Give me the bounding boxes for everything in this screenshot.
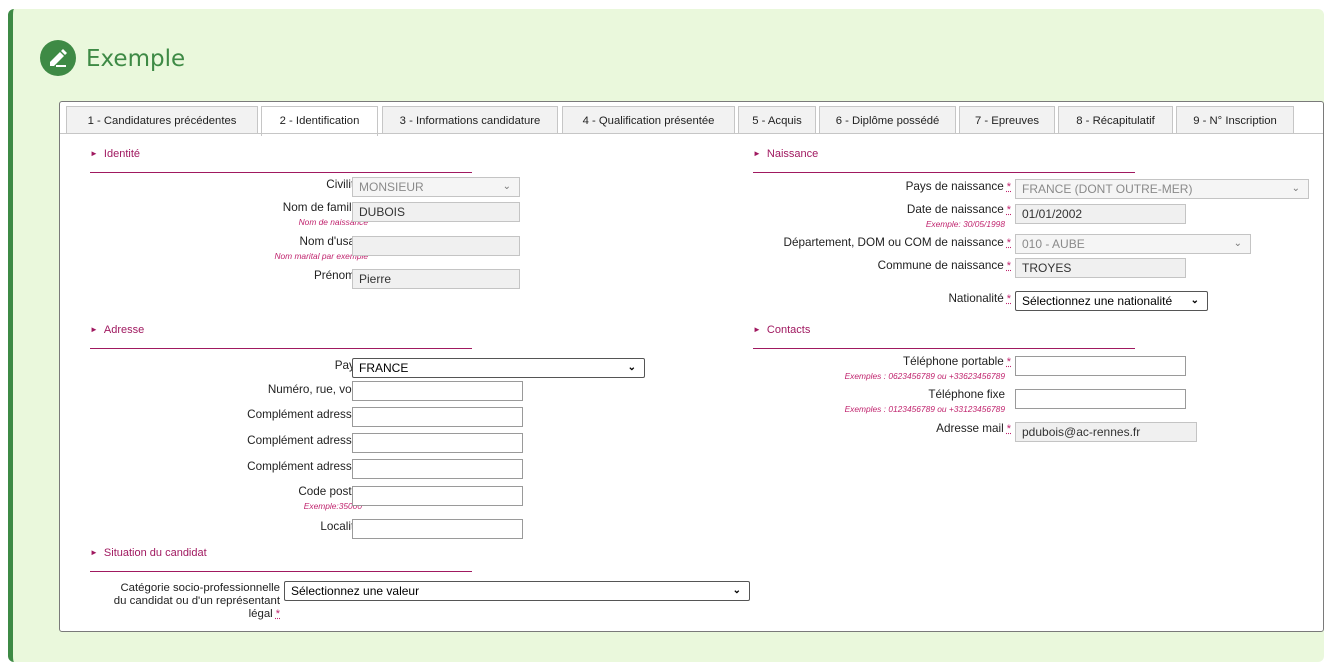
section-arrow-icon: ► — [90, 548, 98, 557]
section-contacts: ► Contacts — [753, 324, 810, 336]
callout-title: Exemple — [86, 46, 186, 72]
complement-3-label: Complément adresse 3 — [247, 460, 368, 473]
tab-qualification-presentee[interactable]: 4 - Qualification présentée — [562, 106, 735, 134]
section-identite: ► Identité — [90, 148, 140, 160]
section-title: Naissance — [766, 148, 819, 160]
date-naissance-hint: Exemple: 30/05/1998 — [925, 219, 1005, 229]
tel-fixe-label: Téléphone fixe — [928, 388, 1005, 401]
csp-label: Catégorie socio-professionnelle du candi… — [113, 582, 280, 620]
section-arrow-icon: ► — [753, 149, 761, 158]
nationalite-label: Nationalité * — [948, 292, 1011, 305]
departement-naissance-label: Département, DOM ou COM de naissance * — [783, 236, 1012, 249]
tab-candidatures-precedentes[interactable]: 1 - Candidatures précédentes — [66, 106, 258, 134]
pencil-icon — [50, 49, 67, 67]
commune-naissance-field[interactable] — [1015, 258, 1186, 278]
section-situation: ► Situation du candidat — [90, 547, 207, 559]
localite-field[interactable] — [352, 519, 523, 539]
chevron-down-icon: ⌄ — [627, 362, 636, 373]
pays-naissance-select[interactable]: FRANCE (DONT OUTRE-MER) ⌄ — [1015, 179, 1309, 199]
section-rule — [90, 348, 472, 349]
tel-portable-field[interactable] — [1015, 356, 1186, 376]
tab-epreuves[interactable]: 7 - Epreuves — [959, 106, 1055, 134]
commune-naissance-label: Commune de naissance * — [877, 259, 1011, 272]
section-arrow-icon: ► — [90, 149, 98, 158]
pencil-badge — [40, 40, 76, 76]
tel-fixe-hint: Exemples : 0123456789 ou +33123456789 — [844, 404, 1005, 414]
section-naissance: ► Naissance — [753, 148, 818, 160]
pays-naissance-label: Pays de naissance * — [905, 180, 1011, 193]
form-window: 1 - Candidatures précédentes 2 - Identif… — [59, 101, 1324, 632]
tel-fixe-field[interactable] — [1015, 389, 1186, 409]
complement-2-label: Complément adresse 2 — [247, 434, 368, 447]
code-postal-field[interactable] — [352, 486, 523, 506]
section-rule — [90, 172, 472, 173]
section-arrow-icon: ► — [90, 325, 98, 334]
chevron-down-icon: ⌄ — [1190, 295, 1199, 306]
tab-diplome-possede[interactable]: 6 - Diplôme possédé — [819, 106, 956, 134]
tel-portable-label: Téléphone portable * — [902, 355, 1011, 368]
tab-informations-candidature[interactable]: 3 - Informations candidature — [382, 106, 558, 134]
complement-1-field[interactable] — [352, 407, 523, 427]
section-adresse: ► Adresse — [90, 324, 144, 336]
date-naissance-field[interactable] — [1015, 204, 1186, 224]
tab-underline — [60, 133, 1323, 134]
complement-1-label: Complément adresse 1 — [247, 408, 368, 421]
complement-3-field[interactable] — [352, 459, 523, 479]
section-rule — [753, 172, 1135, 173]
tab-identification[interactable]: 2 - Identification — [261, 106, 378, 136]
tab-acquis[interactable]: 5 - Acquis — [738, 106, 816, 134]
chevron-down-icon: ⌄ — [502, 181, 511, 192]
date-naissance-label: Date de naissance * — [906, 203, 1011, 216]
section-rule — [90, 571, 472, 572]
adresse-mail-label: Adresse mail * — [936, 422, 1011, 435]
nom-usage-field[interactable] — [352, 236, 520, 256]
section-rule — [753, 348, 1135, 349]
section-title: Situation du candidat — [103, 547, 207, 559]
chevron-down-icon: ⌄ — [732, 585, 741, 596]
prenoms-field[interactable] — [352, 269, 520, 289]
section-arrow-icon: ► — [753, 325, 761, 334]
chevron-down-icon: ⌄ — [1291, 183, 1300, 194]
section-title: Identité — [103, 148, 141, 160]
tel-portable-hint: Exemples : 0623456789 ou +33623456789 — [844, 371, 1005, 381]
complement-2-field[interactable] — [352, 433, 523, 453]
tab-recapitulatif[interactable]: 8 - Récapitulatif — [1058, 106, 1173, 134]
section-title: Contacts — [766, 324, 811, 336]
departement-naissance-select[interactable]: 010 - AUBE ⌄ — [1015, 234, 1251, 254]
adresse-mail-field[interactable] — [1015, 422, 1197, 442]
adresse-pays-select[interactable]: FRANCE ⌄ — [352, 358, 645, 378]
csp-select[interactable]: Sélectionnez une valeur ⌄ — [284, 581, 750, 601]
nom-famille-field[interactable] — [352, 202, 520, 222]
chevron-down-icon: ⌄ — [1233, 238, 1242, 249]
tab-n-inscription[interactable]: 9 - N° Inscription — [1176, 106, 1294, 134]
nationalite-select[interactable]: Sélectionnez une nationalité ⌄ — [1015, 291, 1208, 311]
section-title: Adresse — [103, 324, 145, 336]
numero-rue-field[interactable] — [352, 381, 523, 401]
civilite-select[interactable]: MONSIEUR ⌄ — [352, 177, 520, 197]
